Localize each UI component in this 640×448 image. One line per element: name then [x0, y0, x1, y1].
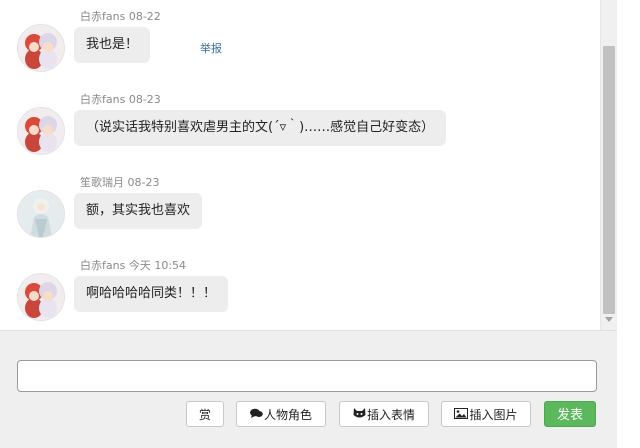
message-time: 08-23 — [127, 176, 160, 189]
chat-bubbles-icon — [249, 403, 263, 427]
insert-image-button[interactable]: 插入图片 — [441, 401, 531, 427]
reward-label: 赏 — [198, 407, 211, 422]
message-item: 笙歌瑞月 08-23 额，其实我也喜欢 — [0, 174, 600, 244]
message-time: 08-22 — [128, 10, 161, 23]
insert-emoji-button[interactable]: 插入表情 — [339, 401, 429, 427]
chat-scrollbar[interactable] — [600, 0, 617, 330]
picture-icon — [454, 403, 469, 427]
message-time: 08-23 — [128, 93, 161, 106]
send-button[interactable]: 发表 — [544, 401, 596, 427]
page-margin — [617, 0, 640, 448]
message-item: 白赤fans 08-23 （说实话我特别喜欢虐男主的文(´▿｀)……感觉自己好变… — [0, 91, 600, 161]
avatar[interactable] — [17, 107, 65, 155]
insert-image-label: 插入图片 — [469, 407, 518, 422]
report-link[interactable]: 举报 — [200, 40, 222, 56]
avatar[interactable] — [17, 190, 65, 238]
message-bubble: 啊哈哈哈哈同类！！！ — [74, 276, 229, 312]
message-meta: 笙歌瑞月 08-23 — [80, 176, 159, 190]
character-role-button[interactable]: 人物角色 — [236, 401, 326, 427]
scroll-down-arrow-icon[interactable] — [605, 317, 613, 322]
message-item: 白赤fans 08-22 我也是！ 举报 — [0, 8, 600, 78]
reward-button[interactable]: 赏 — [186, 401, 224, 427]
message-username[interactable]: 白赤fans — [80, 10, 125, 23]
message-meta: 白赤fans 08-22 — [80, 10, 161, 24]
message-item: 白赤fans 今天 10:54 啊哈哈哈哈同类！！！ — [0, 257, 600, 327]
message-username[interactable]: 白赤fans — [80, 93, 125, 106]
composer-panel: 赏 人物角色 插入表情 插入图片 发表 — [0, 330, 617, 448]
message-bubble: 额，其实我也喜欢 — [74, 193, 203, 229]
message-bubble: （说实话我特别喜欢虐男主的文(´▿｀)……感觉自己好变态） — [74, 110, 447, 146]
insert-emoji-label: 插入表情 — [366, 407, 415, 422]
message-time: 今天 10:54 — [128, 259, 187, 272]
message-input[interactable] — [17, 360, 597, 392]
message-meta: 白赤fans 08-23 — [80, 93, 161, 107]
avatar[interactable] — [17, 24, 65, 72]
message-meta: 白赤fans 今天 10:54 — [80, 259, 186, 273]
scrollbar-thumb[interactable] — [603, 46, 615, 314]
message-username[interactable]: 白赤fans — [80, 259, 125, 272]
avatar[interactable] — [17, 273, 65, 321]
character-role-label: 人物角色 — [263, 407, 312, 422]
message-username[interactable]: 笙歌瑞月 — [80, 176, 124, 189]
cat-face-icon — [353, 403, 366, 427]
chat-area: 白赤fans 08-22 我也是！ 举报 白赤fans 08-23 （说实话我特… — [0, 0, 600, 330]
message-bubble: 我也是！ — [74, 27, 151, 63]
